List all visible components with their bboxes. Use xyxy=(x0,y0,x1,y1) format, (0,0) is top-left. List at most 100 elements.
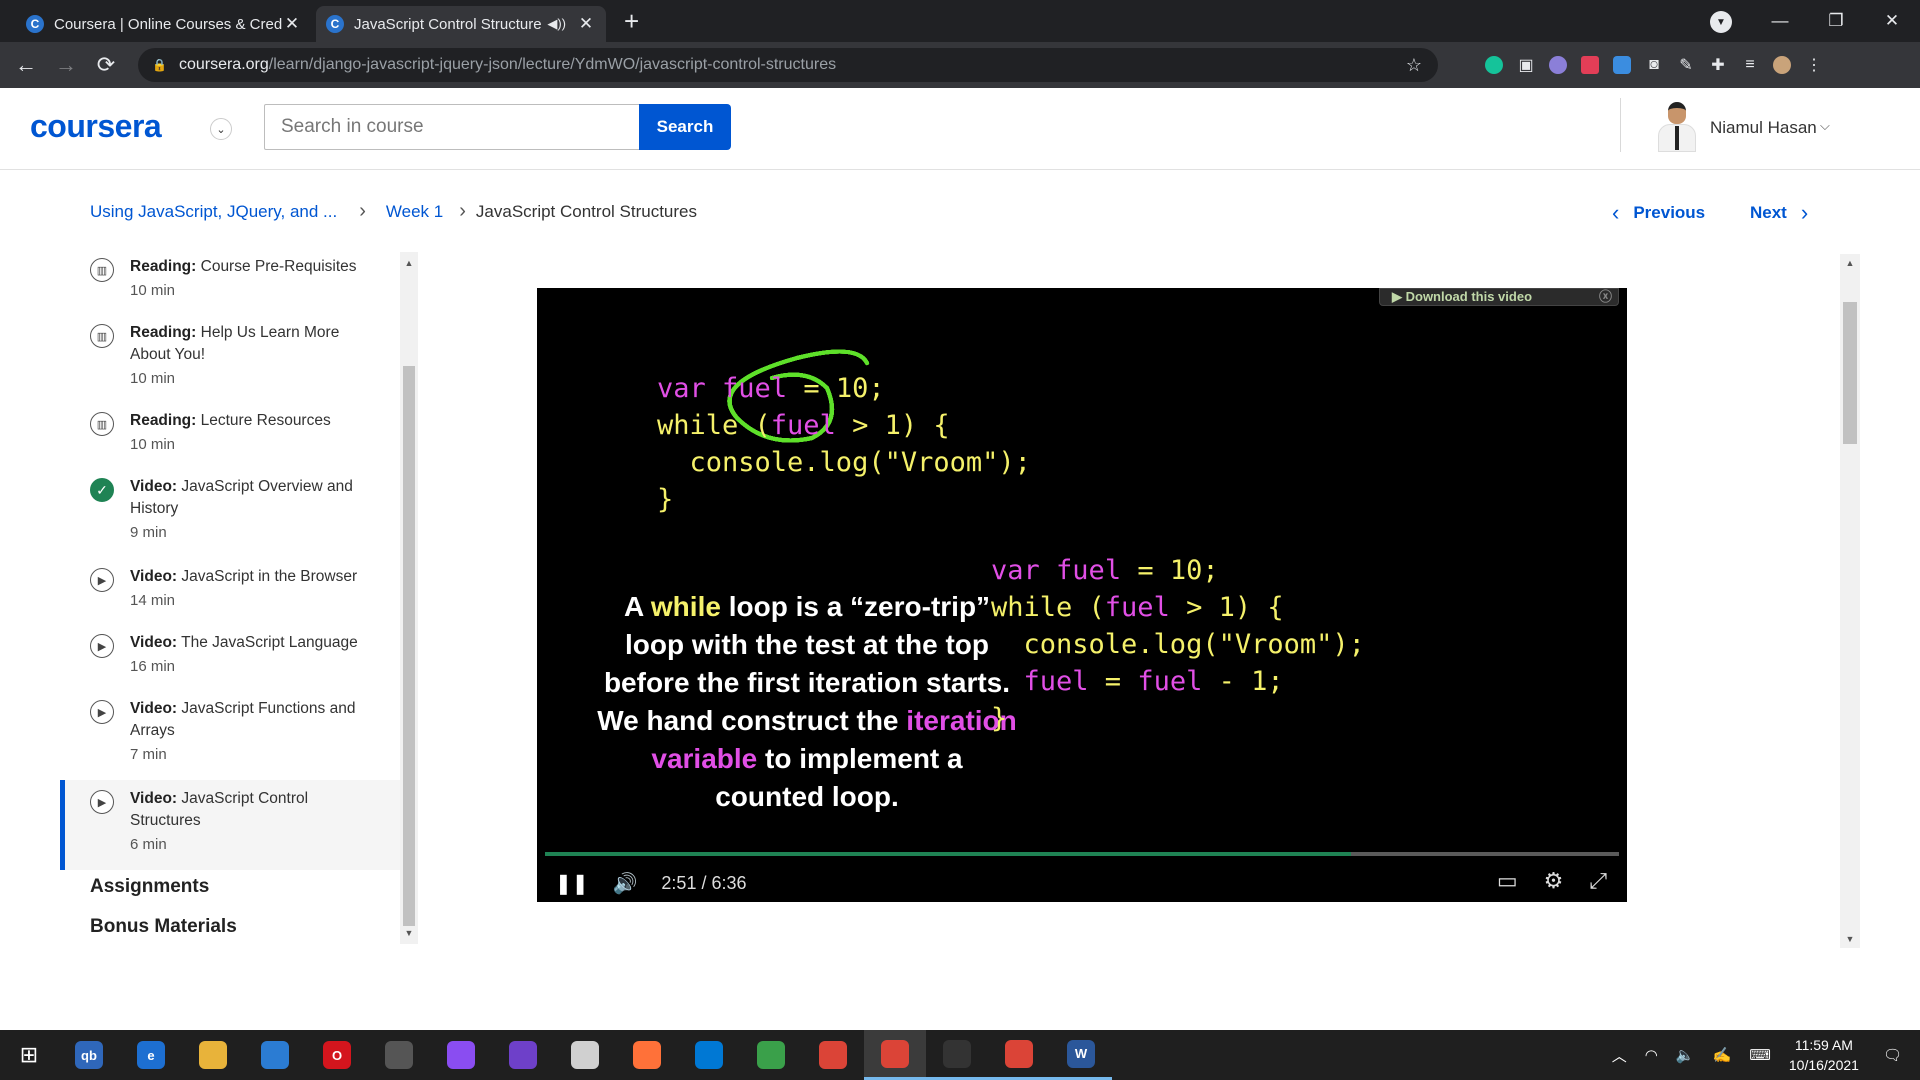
sidebar-section-assignments[interactable]: Assignments xyxy=(90,876,209,898)
download-extension-icon[interactable] xyxy=(1606,55,1638,75)
system-tray: ︿ ◠ 🔈 ✍ ⌨ 11:59 AM 10/16/2021 🗨 xyxy=(1612,1030,1920,1080)
volume-icon[interactable]: 🔊 xyxy=(613,871,638,896)
fullscreen-icon[interactable]: ⤢ xyxy=(1589,868,1607,894)
windows-taskbar: ⊞ qb e O W ︿ ◠ 🔈 ✍ ⌨ 11:59 AM 10/16/2021 🗨 xyxy=(0,1030,1920,1080)
sidebar-item-the-javascript-language[interactable]: ▶ Video: The JavaScript Language 16 min xyxy=(60,628,400,686)
sidebar-item-javascript-overview[interactable]: ✓ Video: JavaScript Overview and History… xyxy=(60,472,400,542)
course-search-input[interactable] xyxy=(264,104,640,150)
scrollbar-thumb[interactable] xyxy=(403,366,415,926)
scrollbar-thumb[interactable] xyxy=(1843,302,1857,444)
scroll-up-icon[interactable]: ▲ xyxy=(400,258,418,268)
back-icon[interactable]: ← xyxy=(6,52,46,78)
taskbar-app[interactable]: e xyxy=(120,1030,182,1080)
windows-start-icon[interactable]: ⊞ xyxy=(0,1042,58,1068)
code-keyword: var xyxy=(657,373,706,404)
taskbar-app[interactable] xyxy=(740,1030,802,1080)
sidebar-section-bonus-materials[interactable]: Bonus Materials xyxy=(90,916,237,938)
speaker-icon[interactable]: 🔈 xyxy=(1676,1046,1695,1064)
reading-list-icon[interactable]: ≡ xyxy=(1734,55,1766,75)
camera-icon[interactable]: ▣ xyxy=(1510,55,1542,75)
taskbar-app[interactable]: O xyxy=(306,1030,368,1080)
coursera-logo[interactable]: coursera xyxy=(30,108,162,145)
taskbar-app[interactable] xyxy=(492,1030,554,1080)
taskbar-app[interactable]: qb xyxy=(58,1030,120,1080)
next-button[interactable]: Next › xyxy=(1750,200,1808,226)
search-button[interactable]: Search xyxy=(639,104,731,150)
video-progress-played xyxy=(545,852,1351,856)
notifications-icon[interactable]: 🗨 xyxy=(1883,1046,1902,1064)
settings-gear-icon[interactable]: ⚙ xyxy=(1544,868,1564,894)
browser-menu-icon[interactable]: ⋮ xyxy=(1798,55,1830,75)
user-avatar[interactable] xyxy=(1654,100,1698,152)
address-bar[interactable]: 🔒 coursera.org/learn/django-javascript-j… xyxy=(138,48,1438,82)
taskbar-app[interactable] xyxy=(368,1030,430,1080)
pause-icon[interactable]: ❚❚ xyxy=(555,871,589,896)
close-window-icon[interactable]: ✕ xyxy=(1864,11,1920,31)
opera-icon: O xyxy=(323,1041,351,1069)
tab-audio-icon[interactable]: ◀)) xyxy=(547,16,566,32)
completed-check-icon: ✓ xyxy=(90,478,114,502)
breadcrumb-course[interactable]: Using JavaScript, JQuery, and ... xyxy=(90,202,337,222)
window-controls: — ❐ ✕ xyxy=(1752,0,1920,42)
network-icon[interactable]: ◠ xyxy=(1645,1046,1658,1064)
qbittorrent-icon: qb xyxy=(75,1041,103,1069)
item-type: Reading: xyxy=(130,258,197,275)
taskbar-app[interactable]: W xyxy=(1050,1030,1112,1080)
minimize-icon[interactable]: — xyxy=(1752,11,1808,31)
pen-icon[interactable]: ✍ xyxy=(1713,1046,1732,1064)
main-scrollbar[interactable]: ▲ ▼ xyxy=(1840,254,1860,948)
duration: 6:36 xyxy=(711,872,747,893)
close-tab-icon[interactable]: ✕ xyxy=(282,14,302,34)
chevron-down-icon[interactable]: ⌄ xyxy=(210,118,232,140)
taskbar-app[interactable] xyxy=(864,1030,926,1080)
taskbar-app[interactable] xyxy=(678,1030,740,1080)
video-progress-bar[interactable] xyxy=(545,852,1619,856)
profile-avatar-icon[interactable] xyxy=(1766,55,1798,75)
extensions-puzzle-icon[interactable]: ✚ xyxy=(1702,55,1734,75)
grammarly-icon[interactable] xyxy=(1478,55,1510,75)
tab-javascript-control-structures[interactable]: C JavaScript Control Structures ◀)) ✕ xyxy=(316,6,606,42)
sidebar-item-javascript-functions[interactable]: ▶ Video: JavaScript Functions and Arrays… xyxy=(60,694,400,764)
previous-button[interactable]: ‹ Previous xyxy=(1612,200,1705,226)
sidebar-item-javascript-control-structures[interactable]: ▶ Video: JavaScript Control Structures 6 … xyxy=(60,780,400,870)
video-player[interactable]: ▶ Download this video ⓧ var fuel = 10; wh… xyxy=(537,288,1627,902)
bookmark-star-icon[interactable]: ☆ xyxy=(1406,55,1422,76)
taskbar-app[interactable] xyxy=(244,1030,306,1080)
taskbar-app[interactable] xyxy=(802,1030,864,1080)
code-line: } xyxy=(991,703,1008,734)
chevron-down-icon[interactable]: ⌵ xyxy=(1820,118,1830,134)
restore-icon[interactable]: ❐ xyxy=(1808,11,1864,31)
scroll-up-icon[interactable]: ▲ xyxy=(1840,258,1860,268)
screen-extension-icon[interactable]: ◙ xyxy=(1638,55,1670,75)
taskbar-app[interactable] xyxy=(988,1030,1050,1080)
taskbar-app[interactable] xyxy=(926,1030,988,1080)
pen-extension-icon[interactable]: ✎ xyxy=(1670,55,1702,75)
keyboard-icon[interactable]: ⌨ xyxy=(1749,1046,1771,1064)
slide-caption: A while loop is a “zero-trip” loop with … xyxy=(597,588,1017,816)
breadcrumb-week[interactable]: Week 1 xyxy=(386,202,443,222)
scroll-down-icon[interactable]: ▼ xyxy=(1840,934,1860,944)
sidebar-item-help-us-learn[interactable]: ▥ Reading: Help Us Learn More About You!… xyxy=(60,318,400,388)
sidebar-item-lecture-resources[interactable]: ▥ Reading: Lecture Resources 10 min xyxy=(60,406,400,464)
sidebar-item-course-pre-requisites[interactable]: ▥ Reading: Course Pre-Requisites 10 min xyxy=(60,252,400,310)
chrome-active-icon xyxy=(881,1039,909,1068)
taskbar-app[interactable] xyxy=(554,1030,616,1080)
captions-icon[interactable]: ▭ xyxy=(1497,868,1518,894)
forward-icon[interactable]: → xyxy=(46,52,86,78)
taskbar-app[interactable] xyxy=(616,1030,678,1080)
clock[interactable]: 11:59 AM 10/16/2021 xyxy=(1789,1035,1859,1075)
close-tab-icon[interactable]: ✕ xyxy=(576,14,596,34)
user-name[interactable]: Niamul Hasan xyxy=(1710,118,1817,138)
chevron-up-icon[interactable]: ︿ xyxy=(1612,1045,1627,1066)
extension-icon[interactable] xyxy=(1542,55,1574,75)
extension-badge-icon[interactable] xyxy=(1574,55,1606,75)
taskbar-app[interactable] xyxy=(182,1030,244,1080)
browser-menu-dropdown-icon[interactable]: ▼ xyxy=(1710,11,1732,33)
reload-icon[interactable]: ⟳ xyxy=(86,52,126,78)
sidebar-item-javascript-in-the-browser[interactable]: ▶ Video: JavaScript in the Browser 14 min xyxy=(60,562,400,620)
scroll-down-icon[interactable]: ▼ xyxy=(400,928,418,938)
tab-coursera-home[interactable]: C Coursera | Online Courses & Credential… xyxy=(16,6,312,42)
taskbar-app[interactable] xyxy=(430,1030,492,1080)
sidebar-scrollbar[interactable]: ▲ ▼ xyxy=(400,252,418,944)
new-tab-button[interactable]: + xyxy=(624,6,639,37)
